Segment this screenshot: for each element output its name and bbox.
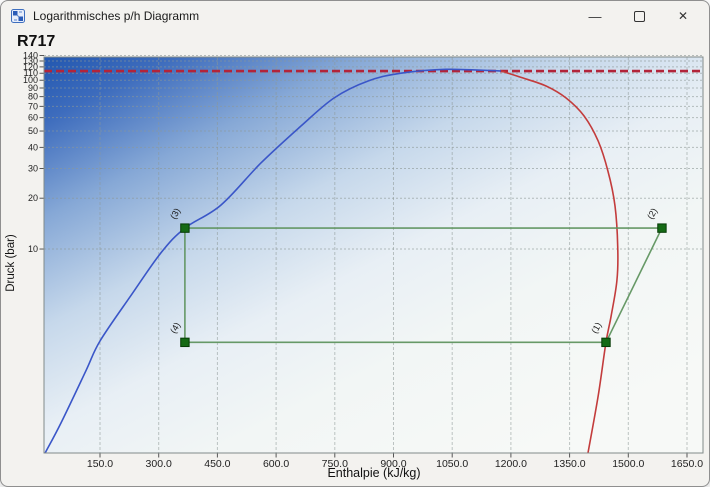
x-tick-label: 1200.0 (495, 458, 527, 470)
window-title: Logarithmisches p/h Diagramm (33, 9, 199, 23)
app-icon (11, 9, 25, 23)
y-tick-label: 40 (28, 142, 38, 152)
x-axis-label: Enthalpie (kJ/kg) (327, 466, 420, 480)
y-tick-label: 30 (28, 163, 38, 173)
cycle-point-marker (181, 224, 189, 232)
x-tick-label: 1350.0 (554, 458, 586, 470)
x-tick-label: 1050.0 (436, 458, 468, 470)
y-tick-label: 10 (28, 244, 38, 254)
y-axis-label: Druck (bar) (5, 234, 17, 292)
plot-background (44, 57, 703, 453)
close-button[interactable]: ✕ (661, 1, 705, 31)
window-controls: — ✕ (573, 1, 705, 31)
maximize-icon (634, 11, 645, 22)
y-tick-label: 20 (28, 193, 38, 203)
x-tick-label: 300.0 (146, 458, 172, 470)
x-tick-label: 150.0 (87, 458, 113, 470)
x-tick-label: 1500.0 (612, 458, 644, 470)
chart-title: R717 (17, 33, 55, 51)
close-icon: ✕ (678, 9, 688, 23)
x-tick-label: 1650.0 (671, 458, 703, 470)
maximize-button[interactable] (617, 1, 661, 31)
y-tick-label: 70 (28, 101, 38, 111)
cycle-point-marker (602, 338, 610, 346)
cycle-point-marker (181, 338, 189, 346)
y-tick-label: 60 (28, 113, 38, 123)
ph-diagram-canvas: 150.0300.0450.0600.0750.0900.01050.01200… (1, 1, 710, 487)
y-tick-label: 80 (28, 92, 38, 102)
x-tick-label: 600.0 (263, 458, 289, 470)
x-tick-label: 450.0 (204, 458, 230, 470)
y-tick-label: 50 (28, 126, 38, 136)
cycle-point-marker (658, 224, 666, 232)
app-window: 150.0300.0450.0600.0750.0900.01050.01200… (0, 0, 710, 487)
minimize-button[interactable]: — (573, 1, 617, 31)
minimize-icon: — (589, 9, 602, 24)
